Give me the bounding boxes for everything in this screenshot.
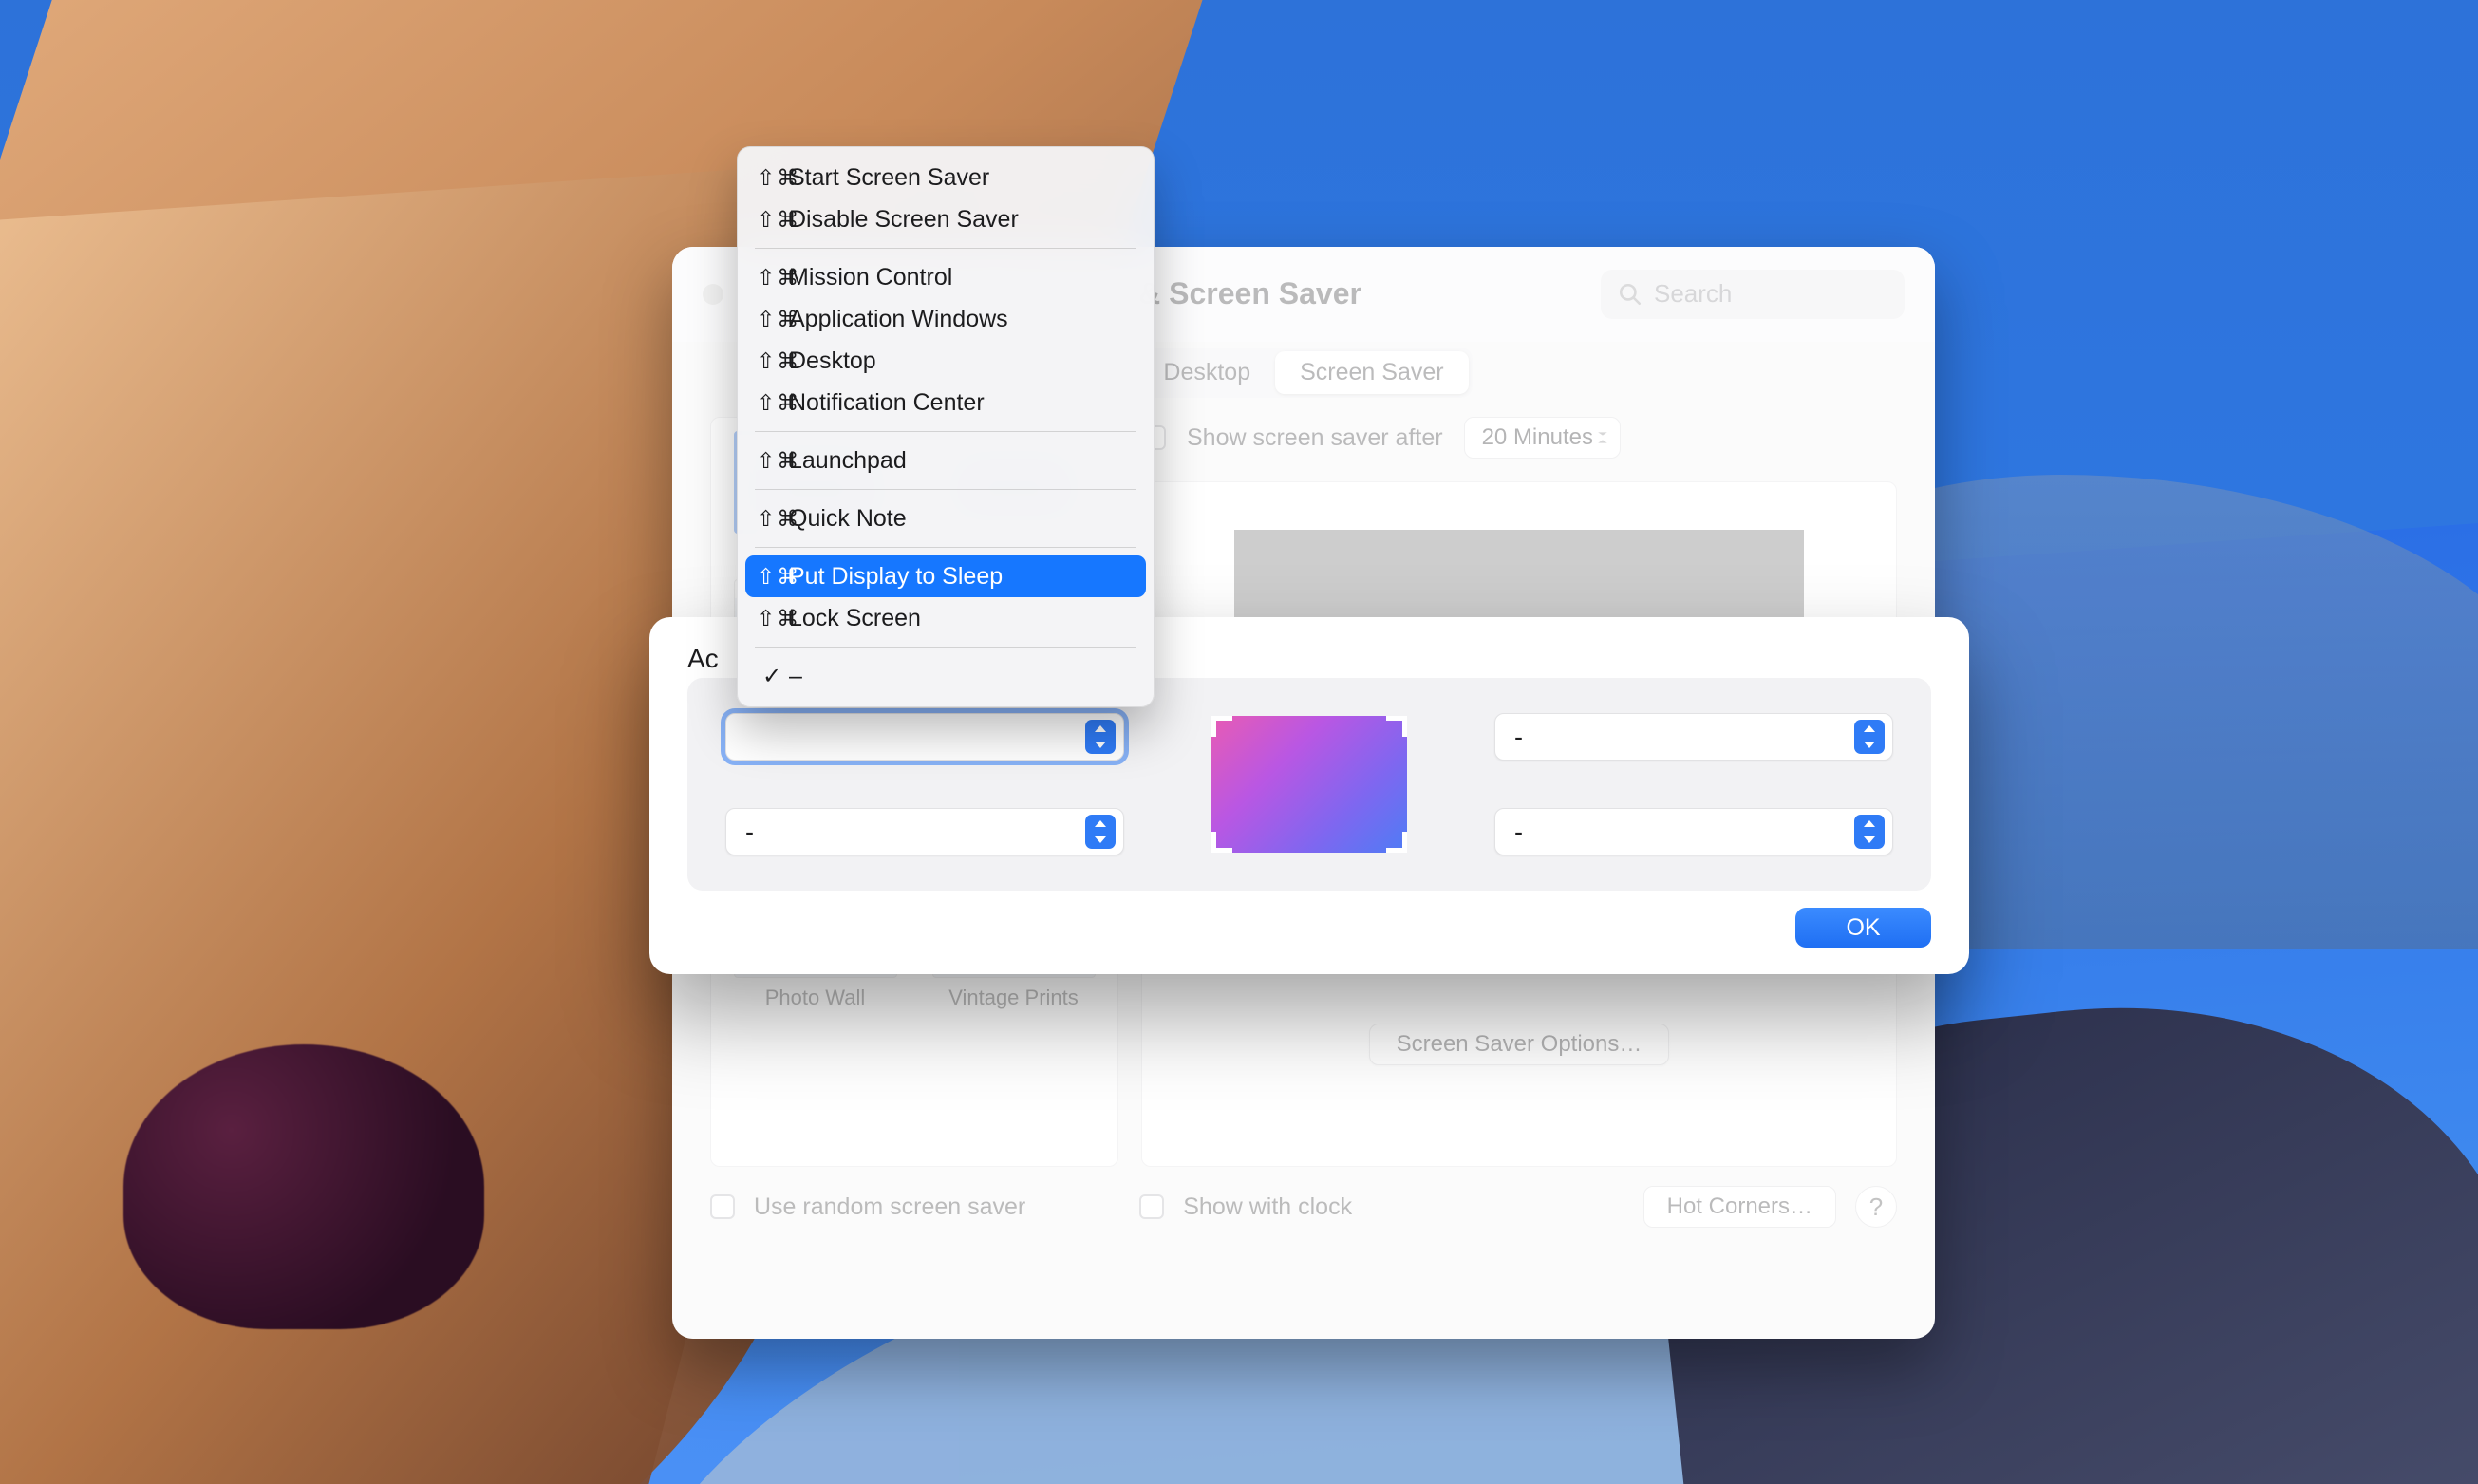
show-after-dropdown[interactable]: 20 Minutes: [1464, 417, 1621, 459]
search-icon: [1618, 282, 1643, 307]
corner-select-top-left[interactable]: [725, 713, 1124, 761]
menu-item-desktop[interactable]: ⇧⌘Desktop: [745, 340, 1146, 382]
menu-separator: [755, 547, 1136, 548]
corner-select-bottom-left[interactable]: -: [725, 808, 1124, 855]
hot-corners-button[interactable]: Hot Corners…: [1643, 1186, 1836, 1228]
tab-desktop[interactable]: Desktop: [1138, 351, 1275, 394]
menu-item-none[interactable]: ✓–: [745, 655, 1146, 697]
search-input[interactable]: Search: [1601, 270, 1905, 319]
clock-label: Show with clock: [1183, 1193, 1352, 1221]
help-button[interactable]: ?: [1855, 1186, 1897, 1228]
corner-marker-icon: [1211, 716, 1232, 737]
menu-separator: [755, 248, 1136, 249]
screen-saver-options-button[interactable]: Screen Saver Options…: [1369, 1024, 1670, 1065]
corner-marker-icon: [1386, 716, 1407, 737]
corner-select-top-right[interactable]: -: [1494, 713, 1893, 761]
menu-item-put-display-to-sleep[interactable]: ⇧⌘Put Display to Sleep: [745, 555, 1146, 597]
menu-item-start-screen-saver[interactable]: ⇧⌘Start Screen Saver: [745, 157, 1146, 198]
corner-select-bottom-right[interactable]: -: [1494, 808, 1893, 855]
menu-item-disable-screen-saver[interactable]: ⇧⌘Disable Screen Saver: [745, 198, 1146, 240]
menu-item-notification-center[interactable]: ⇧⌘Notification Center: [745, 382, 1146, 423]
corner-marker-icon: [1386, 832, 1407, 853]
random-label: Use random screen saver: [754, 1193, 1025, 1221]
clock-checkbox[interactable]: [1139, 1194, 1164, 1219]
menu-item-launchpad[interactable]: ⇧⌘Launchpad: [745, 440, 1146, 481]
checkmark-icon: ✓: [762, 663, 781, 690]
show-after-label: Show screen saver after: [1187, 424, 1443, 452]
menu-item-lock-screen[interactable]: ⇧⌘Lock Screen: [745, 597, 1146, 639]
ok-button[interactable]: OK: [1795, 908, 1931, 948]
search-placeholder: Search: [1654, 279, 1732, 309]
menu-separator: [755, 431, 1136, 432]
close-icon[interactable]: [703, 284, 723, 305]
menu-item-application-windows[interactable]: ⇧⌘Application Windows: [745, 298, 1146, 340]
screen-thumbnail: [1211, 716, 1407, 853]
chevron-updown-icon: [1085, 815, 1116, 849]
corner-marker-icon: [1211, 832, 1232, 853]
menu-item-mission-control[interactable]: ⇧⌘Mission Control: [745, 256, 1146, 298]
chevron-updown-icon: [1854, 815, 1885, 849]
chevron-updown-icon: [1085, 720, 1116, 754]
menu-separator: [755, 489, 1136, 490]
menu-separator: [755, 647, 1136, 648]
corner-action-menu[interactable]: ⇧⌘Start Screen Saver ⇧⌘Disable Screen Sa…: [737, 146, 1155, 707]
chevron-updown-icon: [1854, 720, 1885, 754]
tab-screen-saver[interactable]: Screen Saver: [1275, 351, 1468, 394]
random-checkbox[interactable]: [710, 1194, 735, 1219]
menu-item-quick-note[interactable]: ⇧⌘Quick Note: [745, 498, 1146, 539]
